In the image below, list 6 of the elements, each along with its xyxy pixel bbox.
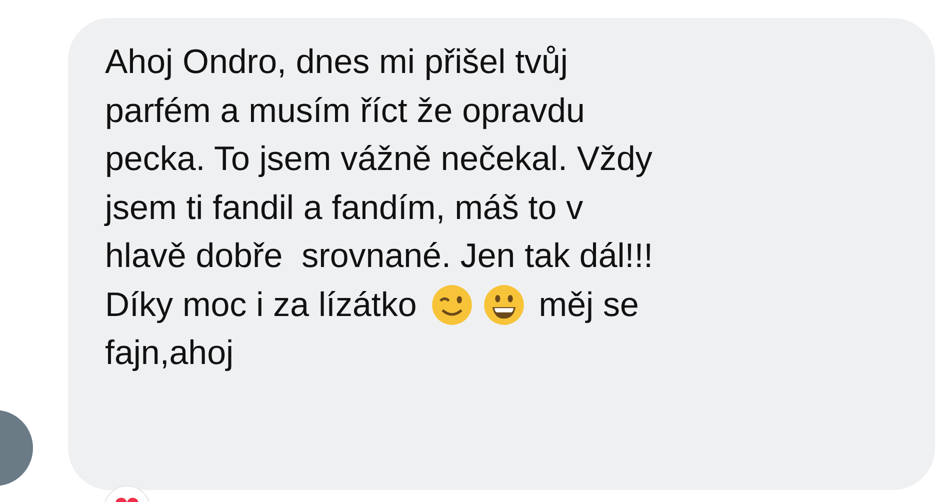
message-text: Díky moc i za lízátko [105, 284, 417, 326]
message-text: fajn,ahoj [105, 333, 235, 374]
winking-face-icon [430, 284, 473, 326]
message-text: měj se [538, 284, 639, 326]
message-text: Ahoj Ondro, dnes mi přišel tvůj parfém a musím říct že opravdu pecka. To jsem vážně nečekal. Vždy jsem ti fandil a fandím, máš to v hlavě dobře srovnané. Jen tak dál!!! [105, 42, 654, 277]
grinning-face-icon [482, 284, 525, 326]
